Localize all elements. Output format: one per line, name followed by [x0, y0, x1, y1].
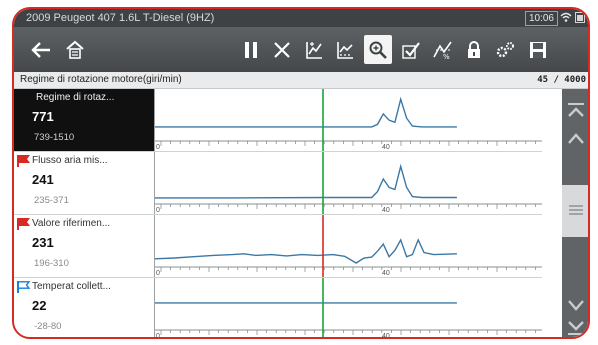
- parameter-range: -28-80: [34, 321, 62, 332]
- parameter-row-reference-value[interactable]: Valore riferimen... 231 196-310 0 40: [14, 215, 542, 278]
- parameter-row-mass-air-flow[interactable]: Flusso aria mis... 241 235-371 0 40: [14, 152, 542, 215]
- scroll-down-icon[interactable]: [562, 294, 588, 316]
- tick-label-start: 0: [156, 270, 160, 277]
- app-frame: 2009 Peugeot 407 1.6L T-Diesel (9HZ) 10:…: [12, 7, 590, 339]
- parameter-range: 235-371: [34, 195, 69, 206]
- selected-parameter-label: Regime di rotazione motore(giri/min): [20, 74, 182, 85]
- parameter-name: Temperat collett...: [32, 281, 111, 292]
- parameter-row-manifold-temp[interactable]: Temperat collett... 22 -28-80 0 40: [14, 278, 542, 339]
- zoom-icon[interactable]: [364, 35, 392, 64]
- red-flag-icon[interactable]: [17, 155, 31, 167]
- data-trace: [155, 238, 457, 264]
- parameter-value: 771: [32, 109, 54, 124]
- parameter-name: Flusso aria mis...: [32, 155, 108, 166]
- graph-fit-icon[interactable]: [332, 27, 358, 72]
- status-bar: 2009 Peugeot 407 1.6L T-Diesel (9HZ) 10:…: [14, 9, 588, 27]
- tick-label-40: 40: [382, 333, 390, 339]
- tick-label-start: 0: [156, 207, 160, 214]
- clock: 10:06: [524, 11, 558, 26]
- clear-icon[interactable]: [269, 27, 295, 72]
- pid-select-icon[interactable]: %: [430, 27, 456, 72]
- parameter-value: 22: [32, 298, 47, 313]
- graph-scale-icon[interactable]: [301, 27, 327, 72]
- trace-graph-svg: 0 40: [155, 215, 542, 277]
- parameter-value: 231: [32, 235, 54, 250]
- parameter-range: 739-1510: [34, 132, 75, 143]
- parameter-name: Valore riferimen...: [32, 218, 111, 229]
- home-icon[interactable]: [62, 27, 88, 72]
- frame-counter: 45 / 4000: [537, 75, 586, 85]
- data-trace: [155, 96, 457, 128]
- tick-label-start: 0: [156, 144, 160, 151]
- trace-graph-svg: 0 40: [155, 89, 542, 151]
- blue-flag-icon[interactable]: [17, 281, 31, 293]
- parameter-info[interactable]: Flusso aria mis... 241 235-371: [14, 152, 155, 214]
- battery-icon: [575, 12, 585, 23]
- parameter-info[interactable]: Temperat collett... 22 -28-80: [14, 278, 155, 337]
- parameter-name: Regime di rotaz...: [36, 92, 115, 103]
- scroll-top-icon[interactable]: [562, 97, 588, 123]
- red-flag-icon[interactable]: [17, 218, 31, 230]
- scroll-up-icon[interactable]: [562, 125, 588, 151]
- scroll-thumb[interactable]: [562, 185, 588, 237]
- parameter-graph[interactable]: 0 40: [155, 89, 542, 151]
- parameter-header: Regime di rotazione motore(giri/min) 45 …: [14, 72, 588, 89]
- parameter-value: 241: [32, 172, 54, 187]
- parameter-range: 196-310: [34, 258, 69, 269]
- tick-label-40: 40: [382, 270, 390, 277]
- trace-graph-svg: 0 40: [155, 278, 542, 339]
- svg-text:%: %: [443, 53, 450, 60]
- parameter-graph[interactable]: 0 40: [155, 152, 542, 214]
- tick-label-40: 40: [382, 144, 390, 151]
- tick-label-start: 0: [156, 333, 160, 339]
- vehicle-title: 2009 Peugeot 407 1.6L T-Diesel (9HZ): [26, 12, 215, 24]
- trace-graph-svg: 0 40: [155, 152, 542, 214]
- back-icon[interactable]: [28, 27, 54, 72]
- parameter-graph[interactable]: 0 40: [155, 278, 542, 339]
- toolbar: %: [14, 27, 588, 72]
- tick-label-40: 40: [382, 207, 390, 214]
- lock-icon[interactable]: [461, 27, 487, 72]
- parameter-info[interactable]: Regime di rotaz... 771 739-1510: [14, 89, 155, 151]
- scrollbar[interactable]: [562, 89, 588, 337]
- parameter-list: Regime di rotaz... 771 739-1510 0 40 Flus…: [14, 89, 542, 339]
- save-icon[interactable]: [525, 27, 551, 72]
- settings-icon[interactable]: [493, 27, 519, 72]
- parameter-info[interactable]: Valore riferimen... 231 196-310: [14, 215, 155, 277]
- data-trace: [155, 163, 457, 199]
- pause-icon[interactable]: [238, 27, 264, 72]
- scroll-bottom-icon[interactable]: [562, 317, 588, 337]
- parameter-graph[interactable]: 0 40: [155, 215, 542, 277]
- check-icon[interactable]: [398, 27, 424, 72]
- parameter-row-engine-rpm[interactable]: Regime di rotaz... 771 739-1510 0 40: [14, 89, 542, 152]
